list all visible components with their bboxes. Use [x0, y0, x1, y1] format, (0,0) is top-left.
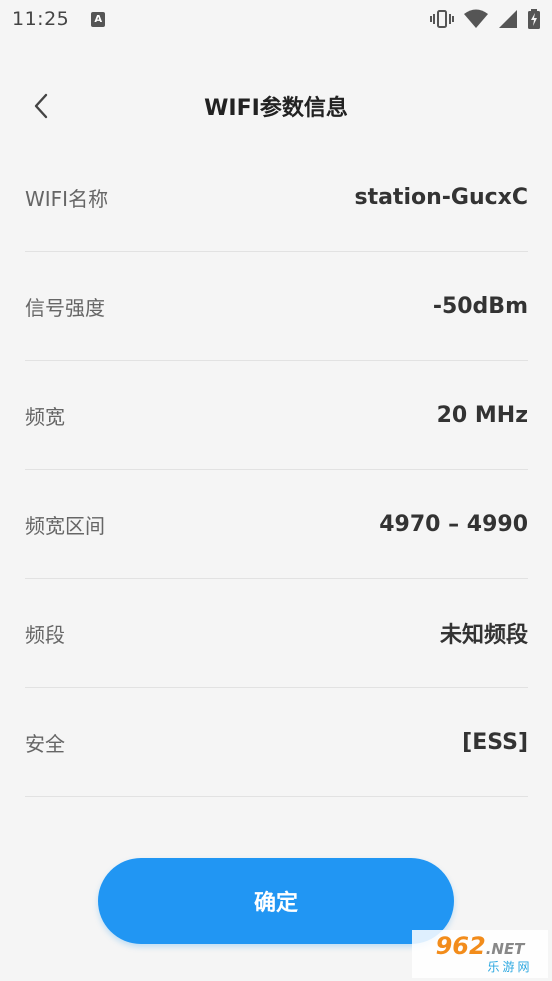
info-value: 20 MHz [436, 402, 528, 428]
info-row-band: 频段 未知频段 [25, 579, 528, 688]
status-bar: 11:25 A [0, 0, 552, 38]
watermark-logo: 962.NET 乐游网 [412, 930, 548, 978]
watermark-main: 962.NET [436, 934, 525, 961]
info-value: -50dBm [432, 293, 528, 319]
page-title: WIFI参数信息 [204, 96, 348, 121]
watermark-subtitle: 乐游网 [487, 959, 533, 974]
chevron-left-icon [34, 93, 48, 119]
info-value: station-GucxC [354, 184, 528, 210]
info-label: 频宽 [25, 404, 65, 429]
battery-charging-icon [528, 9, 540, 29]
info-row-wifi-name: WIFI名称 station-GucxC [25, 143, 528, 252]
info-label: 频段 [25, 622, 65, 647]
watermark-suffix: .NET [485, 939, 525, 958]
info-label: WIFI名称 [25, 186, 109, 211]
wifi-icon [464, 9, 488, 28]
info-value: [ESS] [462, 729, 528, 755]
header: WIFI参数信息 [0, 70, 552, 142]
info-label: 频宽区间 [25, 513, 105, 538]
back-button[interactable] [24, 88, 58, 124]
vibrate-icon [430, 10, 454, 28]
screen: 11:25 A WIFI参数信息 WIFI名称 station-GucxC 信号… [0, 0, 552, 981]
info-value: 未知频段 [439, 623, 528, 648]
signal-icon [499, 10, 517, 28]
status-icons [430, 9, 540, 29]
info-row-signal-strength: 信号强度 -50dBm [25, 252, 528, 361]
watermark-number: 962 [435, 931, 486, 960]
notification-a-icon: A [91, 11, 106, 27]
info-row-security: 安全 [ESS] [25, 688, 528, 797]
info-value: 4970 – 4990 [379, 511, 528, 537]
info-label: 信号强度 [25, 295, 105, 320]
info-row-bandwidth: 频宽 20 MHz [25, 361, 528, 470]
info-label: 安全 [25, 731, 65, 756]
info-row-bandwidth-range: 频宽区间 4970 – 4990 [25, 470, 528, 579]
confirm-button[interactable]: 确定 [98, 858, 454, 944]
info-list: WIFI名称 station-GucxC 信号强度 -50dBm 频宽 20 M… [25, 143, 528, 797]
status-time: 11:25 [12, 8, 70, 30]
